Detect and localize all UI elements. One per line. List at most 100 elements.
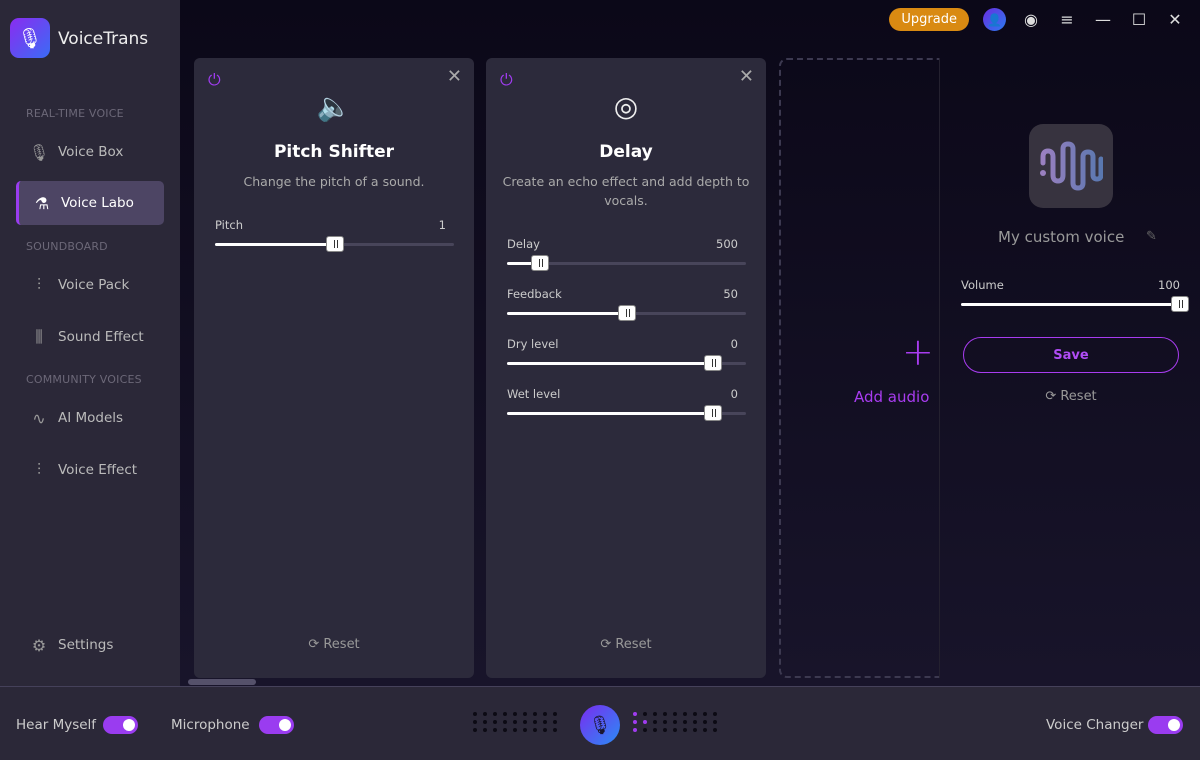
slider-thumb[interactable] xyxy=(531,255,550,271)
feedback-slider[interactable]: Feedback 50 xyxy=(507,287,746,327)
voice-changer-toggle[interactable] xyxy=(1148,716,1183,734)
reset-button[interactable]: ⟳ Reset xyxy=(486,637,766,652)
save-button[interactable]: Save xyxy=(963,337,1179,373)
close-icon[interactable]: ✕ xyxy=(1164,10,1186,29)
level-dot xyxy=(663,720,667,724)
dry-level-slider[interactable]: Dry level 0 xyxy=(507,337,746,377)
level-dot xyxy=(513,728,517,732)
sidebar-item-voice-box[interactable]: 🎙 Voice Box xyxy=(16,130,164,174)
level-dot xyxy=(703,712,707,716)
level-dot xyxy=(503,728,507,732)
echo-icon: ◎ xyxy=(613,90,639,123)
input-level-meter xyxy=(473,712,563,732)
slider-track[interactable] xyxy=(507,405,746,421)
gear-icon: ⚙ xyxy=(31,635,47,655)
reset-button[interactable]: ⟳ Reset xyxy=(194,637,474,652)
discord-icon[interactable]: ◉ xyxy=(1020,10,1042,29)
section-label: SOUNDBOARD xyxy=(26,240,108,253)
param-value: 50 xyxy=(723,287,738,301)
microphone-button[interactable]: 🎙 xyxy=(580,705,620,745)
level-dot xyxy=(673,728,677,732)
level-dot xyxy=(673,720,677,724)
horizontal-scrollbar[interactable] xyxy=(188,679,256,685)
voice-name: My custom voice xyxy=(998,228,1125,246)
upgrade-button[interactable]: Upgrade xyxy=(889,8,969,31)
level-dot xyxy=(493,720,497,724)
microphone-toggle[interactable] xyxy=(259,716,294,734)
hear-myself-toggle[interactable] xyxy=(103,716,138,734)
audio-bars-icon: ⫶ xyxy=(36,460,41,479)
level-dot xyxy=(493,712,497,716)
nav-label: Voice Pack xyxy=(58,277,130,293)
level-dot xyxy=(533,720,537,724)
sidebar-item-sound-effect[interactable]: ⫼ Sound Effect xyxy=(16,315,164,359)
param-value: 100 xyxy=(1158,278,1180,292)
level-dot xyxy=(683,728,687,732)
menu-icon[interactable]: ≡ xyxy=(1056,10,1078,29)
slider-thumb[interactable] xyxy=(617,305,636,321)
user-avatar-icon[interactable]: 👤 xyxy=(983,8,1006,31)
volume-slider[interactable]: Volume 100 xyxy=(961,278,1189,318)
level-dot xyxy=(633,728,637,732)
delay-slider[interactable]: Delay 500 xyxy=(507,237,746,277)
flask-icon: ⚗ xyxy=(34,193,50,213)
voice-reset-button[interactable]: ⟳ Reset xyxy=(961,389,1181,404)
level-dot xyxy=(523,728,527,732)
slider-track[interactable] xyxy=(215,236,454,252)
level-dot xyxy=(653,712,657,716)
wet-level-slider[interactable]: Wet level 0 xyxy=(507,387,746,427)
slider-track[interactable] xyxy=(961,296,1189,312)
minimize-icon[interactable]: — xyxy=(1092,10,1114,29)
sidebar-item-voice-labo[interactable]: ⚗ Voice Labo xyxy=(16,181,164,225)
slider-track[interactable] xyxy=(507,355,746,371)
close-card-icon[interactable]: ✕ xyxy=(447,66,462,87)
slider-thumb[interactable] xyxy=(1171,296,1189,312)
slider-fill xyxy=(507,412,713,415)
reset-icon: ⟳ xyxy=(600,637,616,652)
param-value: 500 xyxy=(716,237,738,251)
plus-icon[interactable]: + xyxy=(902,330,934,374)
sidebar-item-settings[interactable]: ⚙ Settings xyxy=(16,623,164,667)
sidebar-item-ai-models[interactable]: ∿ AI Models xyxy=(16,396,164,440)
param-label: Volume xyxy=(961,278,1004,292)
add-audio-button[interactable]: Add audio xyxy=(854,388,929,406)
nav-label: Settings xyxy=(58,637,114,653)
level-dot xyxy=(693,728,697,732)
output-level-meter xyxy=(633,712,723,732)
level-dot xyxy=(683,712,687,716)
close-card-icon[interactable]: ✕ xyxy=(739,66,754,87)
card-description: Create an echo effect and add depth to v… xyxy=(502,174,750,208)
main-area: Upgrade 👤 ◉ ≡ — ☐ ✕ ⏻ ✕ 🔈 Pitch Shifter … xyxy=(180,0,1200,686)
card-description: Change the pitch of a sound. xyxy=(243,174,425,189)
param-value: 0 xyxy=(730,387,738,401)
level-dot xyxy=(663,728,667,732)
nav-label: Voice Labo xyxy=(61,195,134,211)
edit-icon[interactable]: ✎ xyxy=(1146,229,1157,244)
sidebar-item-voice-pack[interactable]: ⫶ Voice Pack xyxy=(16,263,164,307)
slider-track[interactable] xyxy=(507,255,746,271)
slider-thumb[interactable] xyxy=(325,236,344,252)
slider-track[interactable] xyxy=(507,305,746,321)
level-dot xyxy=(523,720,527,724)
slider-thumb[interactable] xyxy=(703,355,722,371)
level-dot xyxy=(663,712,667,716)
level-dot xyxy=(473,712,477,716)
pitch-shifter-card: ⏻ ✕ 🔈 Pitch Shifter Change the pitch of … xyxy=(194,58,474,678)
nav-label: Voice Effect xyxy=(58,462,138,478)
level-dot xyxy=(493,728,497,732)
microphone-icon: 🎙 xyxy=(588,714,612,736)
level-dot xyxy=(483,712,487,716)
slider-fill xyxy=(507,362,713,365)
level-dot xyxy=(703,720,707,724)
level-dot xyxy=(673,712,677,716)
slider-thumb[interactable] xyxy=(703,405,722,421)
voice-changer-label: Voice Changer xyxy=(1046,717,1144,733)
power-icon[interactable]: ⏻ xyxy=(500,70,513,90)
pitch-slider[interactable]: Pitch 1 xyxy=(215,218,454,258)
level-dot xyxy=(523,712,527,716)
level-dot xyxy=(643,728,647,732)
maximize-icon[interactable]: ☐ xyxy=(1128,10,1150,29)
power-icon[interactable]: ⏻ xyxy=(208,70,221,90)
sidebar-item-voice-effect[interactable]: ⫶ Voice Effect xyxy=(16,448,164,492)
level-dot xyxy=(483,728,487,732)
